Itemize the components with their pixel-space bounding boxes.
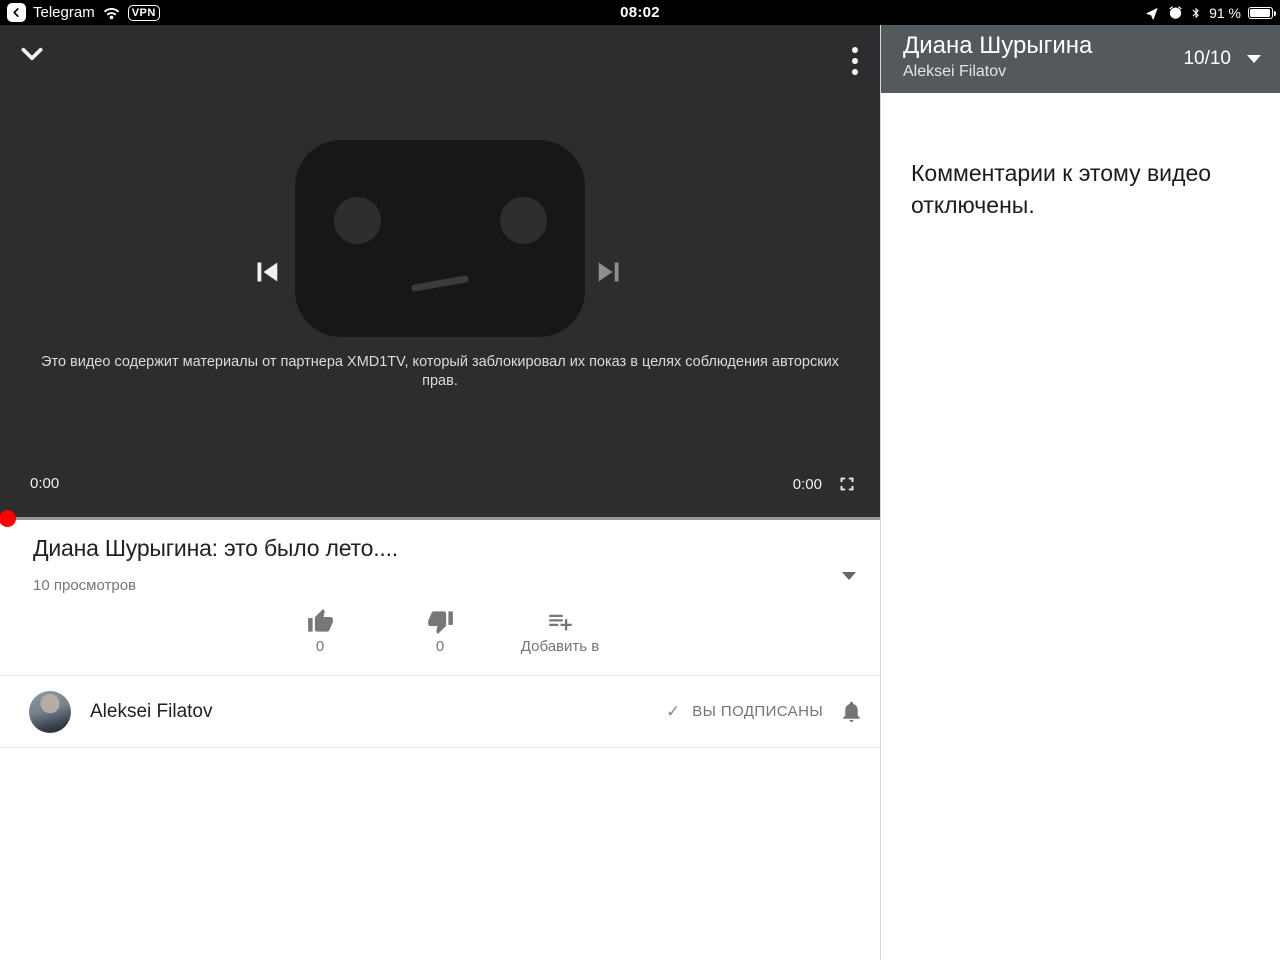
action-bar: 0 0 Добавить в (260, 608, 620, 655)
playlist-position-toggle[interactable]: 10/10 (1183, 25, 1261, 93)
check-icon: ✓ (666, 701, 681, 721)
playlist-panel-header[interactable]: Диана Шурыгина Aleksei Filatov 10/10 (881, 25, 1280, 93)
video-title: Диана Шурыгина: это было лето.... (33, 535, 398, 561)
previous-video-button[interactable] (248, 253, 286, 296)
playlist-position: 10/10 (1183, 48, 1231, 69)
minimize-player-button[interactable] (17, 41, 47, 72)
thumb-up-icon (307, 609, 333, 632)
skip-next-icon (598, 262, 619, 282)
thumb-down-icon (427, 611, 453, 634)
subscribed-label: ВЫ ПОДПИСАНЫ (692, 703, 823, 720)
divider (0, 747, 880, 748)
seek-bar[interactable] (0, 517, 880, 520)
location-arrow-icon (1146, 7, 1158, 20)
blocked-video-message: Это видео содержит материалы от партнера… (41, 354, 839, 389)
like-count: 0 (315, 638, 325, 655)
player-overflow-menu-icon[interactable] (850, 45, 860, 77)
dislike-button[interactable]: 0 (380, 608, 500, 655)
video-player[interactable]: Это видео содержит материалы от партнера… (0, 25, 880, 517)
placeholder-eye (500, 197, 547, 244)
fullscreen-icon (840, 477, 854, 491)
next-video-button[interactable] (590, 253, 628, 296)
alarm-clock-icon (1169, 6, 1182, 19)
placeholder-eye (334, 197, 381, 244)
youtube-ipad-screen: Telegram VPN 08:02 91 % Это видео содерж… (0, 0, 1280, 960)
add-to-playlist-button[interactable]: Добавить в (500, 608, 620, 655)
view-count: 10 просмотров (33, 577, 137, 594)
channel-avatar[interactable] (29, 691, 71, 733)
comments-disabled-notice: Комментарии к этому видео отключены. (911, 160, 1212, 218)
chevron-down-icon (21, 47, 43, 61)
chevron-down-icon (1247, 55, 1261, 63)
bluetooth-icon (1192, 7, 1199, 18)
placeholder-mouth (410, 275, 470, 292)
bell-icon (843, 701, 860, 722)
watch-column: Это видео содержит материалы от партнера… (0, 25, 880, 960)
seek-scrubber[interactable] (0, 510, 16, 527)
playlist-owner: Aleksei Filatov (903, 63, 1007, 80)
playlist-panel: Диана Шурыгина Aleksei Filatov 10/10 Ком… (880, 25, 1280, 960)
battery-icon (1248, 6, 1276, 19)
channel-name: Aleksei Filatov (90, 701, 213, 722)
current-time: 0:00 (30, 475, 60, 492)
like-button[interactable]: 0 (260, 608, 380, 655)
battery-percent: 91 % (1209, 4, 1241, 21)
blocked-video-placeholder (295, 140, 585, 337)
status-time: 08:02 (620, 4, 660, 21)
playlist-title: Диана Шурыгина (903, 32, 1093, 59)
subscribed-button[interactable]: ✓ ВЫ ПОДПИСАНЫ (666, 676, 864, 747)
status-bar: Telegram VPN 08:02 91 % (0, 0, 1280, 25)
add-to-label: Добавить в (520, 638, 600, 655)
expand-description-icon[interactable] (842, 572, 856, 580)
skip-previous-icon (257, 262, 278, 282)
dislike-count: 0 (435, 638, 445, 655)
playlist-add-icon (548, 614, 572, 631)
channel-row[interactable]: Aleksei Filatov ✓ ВЫ ПОДПИСАНЫ (0, 676, 880, 747)
duration: 0:00 (792, 475, 822, 493)
fullscreen-button[interactable] (836, 473, 858, 495)
notification-bell-button[interactable] (839, 699, 864, 724)
